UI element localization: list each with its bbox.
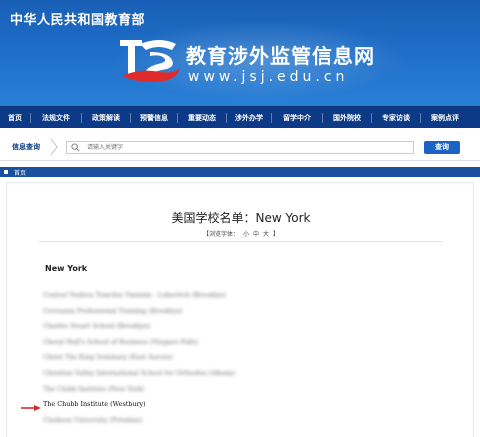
site-title: 教育涉外监管信息网 <box>186 44 375 68</box>
search-button[interactable]: 查询 <box>424 141 460 154</box>
highlighted-school-item: The Chubb Institute (Westbury) <box>43 400 146 409</box>
state-heading: New York <box>45 264 88 273</box>
nav-item-7[interactable]: 国外院校 <box>323 113 371 123</box>
main-nav: 首页 法规文件 政策解读 预警信息 重要动态 涉外办学 留学中介 国外院校 专家访谈 案例点评 <box>0 106 480 128</box>
search-field[interactable] <box>66 141 414 154</box>
page-title: 美国学校名单：New York <box>171 211 311 225</box>
nav-item-3[interactable]: 预警信息 <box>131 113 177 123</box>
nav-item-5[interactable]: 涉外办学 <box>227 113 271 123</box>
site-banner: 中华人民共和国教育部 教育涉外监管信息网 www.jsj.edu.cn <box>0 0 480 106</box>
arrow-right-icon <box>21 405 41 411</box>
font-size-medium[interactable]: 中 <box>253 231 259 238</box>
nav-item-0[interactable]: 首页 <box>0 113 30 123</box>
font-size-small[interactable]: 小 <box>243 231 249 238</box>
nav-item-4[interactable]: 重要动态 <box>178 113 226 123</box>
site-logo-icon[interactable] <box>120 38 182 86</box>
ministry-name: 中华人民共和国教育部 <box>10 13 146 28</box>
font-size-label: 【浏览字体： <box>202 231 239 238</box>
search-input[interactable] <box>87 142 407 153</box>
chevron-divider-icon <box>50 138 58 156</box>
school-item: Christian Valley International School fo… <box>43 368 236 377</box>
school-item: Central Yeshiva Tomchei Tmimim - Lubavit… <box>43 291 226 299</box>
nav-item-2[interactable]: 政策解读 <box>82 113 130 123</box>
search-label: 信息查询 <box>12 143 40 151</box>
breadcrumb: 首页 <box>0 167 480 177</box>
breadcrumb-marker-icon <box>4 170 8 174</box>
nav-item-8[interactable]: 专家访谈 <box>372 113 420 123</box>
search-icon <box>71 143 80 152</box>
title-divider <box>39 241 443 242</box>
nav-item-9[interactable]: 案例点评 <box>421 113 469 123</box>
breadcrumb-home[interactable]: 首页 <box>14 168 26 177</box>
font-size-close: 】 <box>273 231 280 238</box>
school-item: Christ The King Seminary (East Aurora) <box>43 353 173 362</box>
font-size-large[interactable]: 大 <box>263 231 269 238</box>
school-list: Central Yeshiva Tomchei Tmimim - Lubavit… <box>43 291 343 431</box>
school-item: Clarkson University (Potsdam) <box>43 415 143 424</box>
school-item: Cerrasian Professional Training (Brookly… <box>43 306 183 315</box>
school-item: Charles Stuart School (Brooklyn) <box>43 322 151 331</box>
school-item: The Clubb Institute (New York) <box>43 384 145 393</box>
site-url: www.jsj.edu.cn <box>188 69 349 85</box>
nav-item-6[interactable]: 留学中介 <box>272 113 322 123</box>
search-bar: 信息查询 查询 <box>0 133 480 161</box>
school-item: Cheryl Hall's School of Business (Niagar… <box>43 337 199 346</box>
article-panel: 美国学校名单：New York 【浏览字体： 小中大】 New York Cent… <box>6 182 474 437</box>
nav-item-1[interactable]: 法规文件 <box>31 113 81 123</box>
font-size-selector: 【浏览字体： 小中大】 <box>7 229 475 238</box>
